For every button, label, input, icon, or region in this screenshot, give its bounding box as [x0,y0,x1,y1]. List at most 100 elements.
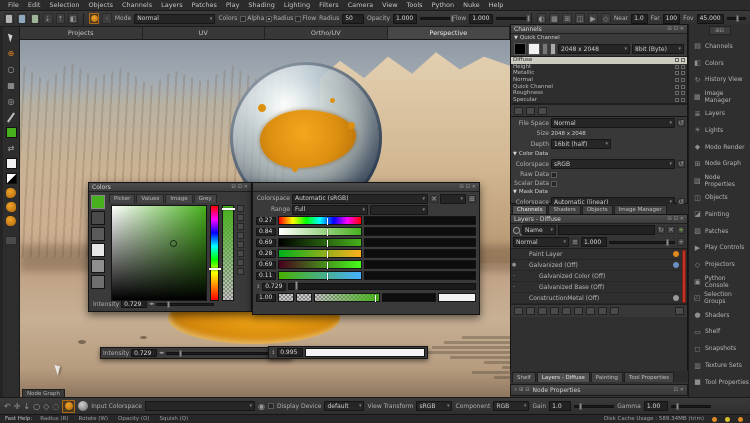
object-mode-icon[interactable]: ◫ [575,13,585,24]
menu-item[interactable]: Channels [118,1,156,9]
floating-intensity-field[interactable]: 0.729 [131,349,157,357]
near-field[interactable]: 1.0 [631,14,647,24]
add-adjustment-icon[interactable]: + [677,238,685,246]
layer-row[interactable]: – Galvanized Base (Off) [511,282,687,293]
channel-depth-dropdown[interactable]: 8bit (Byte) [632,44,684,54]
menu-item[interactable]: Lighting [280,1,314,9]
slider-value-field[interactable]: 0.28 [256,250,276,258]
menu-item[interactable]: Python [428,1,459,9]
gradient-slider-bar[interactable] [278,249,362,258]
palette-strip-header-icon[interactable]: ⊞⊟ [709,26,731,35]
white-slider-bar[interactable] [305,348,425,357]
palette-item[interactable]: ▥ Texture Sets [689,357,750,374]
alpha-strip[interactable] [222,205,234,301]
panel-tab[interactable]: Objects [582,205,613,214]
saturation-value-square[interactable] [111,205,207,301]
file-space-dropdown[interactable]: Normal [551,118,675,128]
palette-item[interactable]: ≣ Layers [689,105,750,122]
viewport-tab[interactable]: Ortho/UV [265,27,388,39]
history-color-swatch[interactable] [91,227,105,241]
opacity-field[interactable]: 1.000 [393,14,416,24]
viewport-tab[interactable]: UV [143,27,266,39]
move-icon[interactable]: ✛ [14,402,21,411]
drop-icon[interactable]: ↓ [23,402,30,411]
gradient-slider-bar[interactable] [278,227,362,236]
menu-item[interactable]: View [378,1,401,9]
menu-item[interactable]: Layers [157,1,187,9]
node-properties-left-icons[interactable]: «⊞⊟ [514,387,529,393]
history-color-swatch[interactable] [91,211,105,225]
alpha-gradient-bar[interactable] [314,293,380,302]
mid-value-field[interactable]: 0.729 [262,283,286,291]
colors-tab[interactable]: Image [165,194,192,203]
palette-item[interactable]: ◇ Projectors [689,256,750,273]
export-icon[interactable]: ⇡ [56,13,66,24]
range-extra-dropdown[interactable] [370,205,428,215]
palette-item[interactable]: ▦ Image Manager [689,88,750,105]
palette-item[interactable]: ↻ History View [689,72,750,89]
colors-panel-dock-icons[interactable]: ⊟⊡✕ [231,184,248,190]
channel-row[interactable]: Quick Channel [511,83,687,90]
layer-amount-field[interactable]: 1.000 [581,237,607,247]
menu-item[interactable]: Tools [403,1,427,9]
layer-row[interactable]: ConstructionMetal (Off) [511,293,687,304]
file-space-reset-icon[interactable]: ↺ [677,119,685,127]
panel-tab[interactable]: Shaders [548,205,580,214]
option-checkbox[interactable] [240,16,246,22]
panel-tab[interactable]: Channels [512,205,547,214]
node-properties-right-icons[interactable]: ⊡✕ [674,387,684,393]
palette-item[interactable]: ▤ Channels [689,38,750,55]
intensity-spinner[interactable]: ◂▸ [149,301,154,307]
viewport-tab[interactable]: Projects [20,27,143,39]
palette-item[interactable]: ⊞ Node Graph [689,156,750,173]
colorspace-dropdown[interactable]: sRGB [551,159,675,169]
colorspace-reset-icon[interactable]: ↺ [677,160,685,168]
colorspace-reset-icon[interactable]: ✕ [430,195,438,203]
depth-dropdown[interactable]: 16bit (half) [551,139,611,149]
channel-row[interactable]: Specular [511,97,687,104]
mask-data-expander-icon[interactable]: ▼ [513,189,517,195]
colors-tab[interactable]: Values [136,194,164,203]
dock-tab[interactable]: Tool Properties [624,372,674,382]
foreground-color-swatch[interactable] [6,127,17,138]
reset-colors-swatch[interactable] [6,173,17,184]
flow-slider[interactable] [496,17,526,20]
palette-item[interactable]: ◫ Objects [689,189,750,206]
add-layer-icon[interactable]: + [677,226,685,234]
palette-item[interactable]: ◰ Selection Groups [689,290,750,307]
menu-item[interactable]: File [4,1,23,9]
channel-row[interactable]: Metallic [511,70,687,77]
fov-field[interactable]: 45.000 [697,14,724,24]
projection-icon[interactable]: ◇ [601,13,611,24]
blend-options-icon[interactable]: ≡ [571,238,579,246]
layer-row[interactable]: ● Galvanized (Off) [511,260,687,271]
menu-item[interactable]: Edit [24,1,45,9]
swap-colors-icon[interactable]: ⇄ [5,142,17,154]
palette-item[interactable]: ▨ Patches [689,223,750,240]
transform-tool-icon[interactable]: ⊕ [5,47,17,59]
layer-filter-dropdown[interactable]: Name [522,225,556,235]
channel-row[interactable]: Diffuse [511,57,687,64]
floating-intensity-spinner[interactable]: ◂▸ [159,350,164,356]
new-project-icon[interactable] [4,13,14,24]
gamma-field[interactable]: 1.00 [644,401,668,411]
play-icon[interactable]: ▶ [588,13,598,24]
component-buttons[interactable] [237,205,245,275]
slider-value-field[interactable]: 0.84 [256,228,276,236]
palette-item[interactable]: ▶ Play Controls [689,240,750,257]
palette-item[interactable]: ■ Tool Properties [689,374,750,391]
menu-item[interactable]: Patches [188,1,221,9]
palette-item[interactable]: ● Shaders [689,307,750,324]
colorspace-dropdown[interactable]: Automatic (sRGB) [292,194,428,204]
undo-icon[interactable]: ↶ [4,402,11,411]
menu-item[interactable]: Nuke [459,1,484,9]
colorspace-grid-icon[interactable]: ⊞ [468,195,476,203]
gradient-slider-bar[interactable] [278,260,362,269]
channel-mini-swatch[interactable] [542,43,548,55]
slider-value-field[interactable]: 0.69 [256,239,276,247]
intensity-slider[interactable] [156,303,214,306]
channel-row[interactable]: Roughness [511,90,687,97]
active-brush-button[interactable] [62,400,75,413]
menu-item[interactable]: Help [485,1,508,9]
clone-stamp-tool-icon[interactable] [6,188,16,198]
